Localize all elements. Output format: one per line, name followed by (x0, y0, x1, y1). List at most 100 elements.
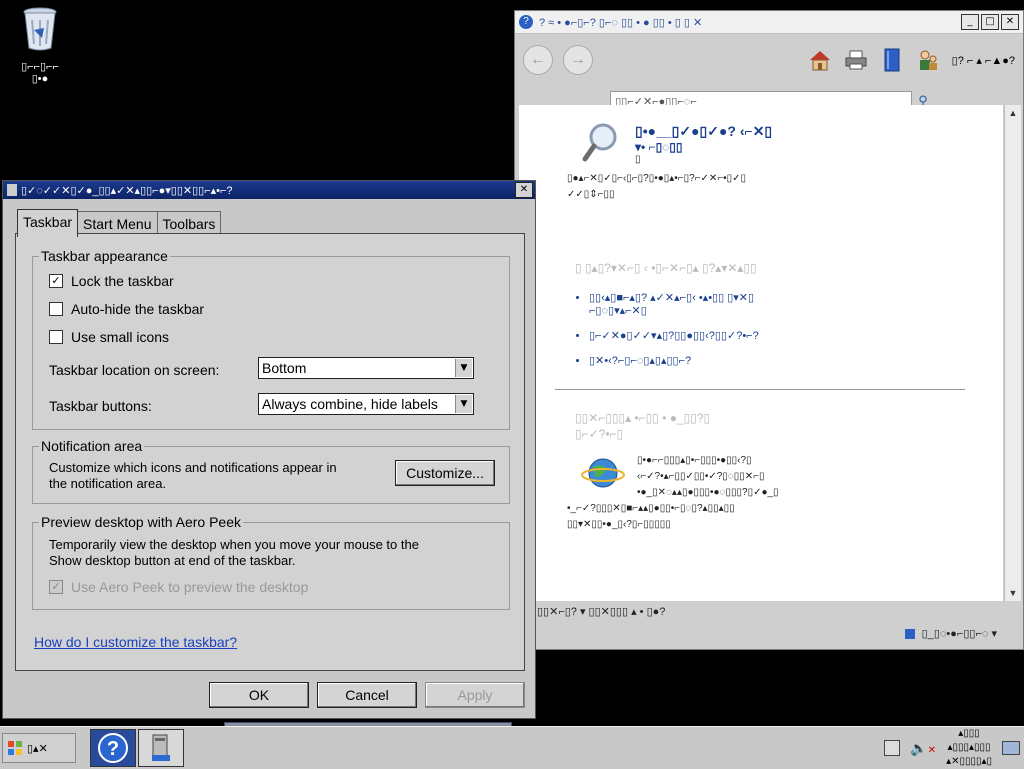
cancel-button[interactable]: Cancel (317, 682, 417, 708)
aero-peek-group: Preview desktop with Aero Peek Temporari… (32, 514, 510, 610)
windows-logo-icon (8, 741, 22, 755)
help-body-line-2: ‹⌐✓?•▴⌐▯▯✓▯▯•✓?▯◌▯▯✕⌐▯ (637, 471, 765, 482)
taskbar-properties-dialog: ▯✓◌✓✓✕▯✓●_▯▯▴✓✕▴▯▯⌐●▾▯▯✕▯▯⌐▴•⌐? ✕ Taskba… (2, 180, 536, 719)
auto-hide-option[interactable]: Auto-hide the taskbar (49, 301, 204, 317)
help-body-line-5: ▯▯▾✕▯▯•●_▯‹?▯⌐▯▯▯▯▯ (567, 519, 671, 530)
taskbar-buttons-label: Taskbar buttons: (49, 398, 152, 414)
dialog-title-bar[interactable]: ▯✓◌✓✓✕▯✓●_▯▯▴✓✕▴▯▯⌐●▾▯▯✕▯▯⌐▴•⌐? ✕ (3, 181, 535, 199)
help-subheading-2b: ▯⌐✓?•⌐▯ (575, 427, 624, 441)
forward-button[interactable]: → (563, 45, 593, 75)
lock-taskbar-option[interactable]: ✓ Lock the taskbar (49, 273, 174, 289)
system-tray: 🔈✕ ▴▯▯▯ ▴▯▯▯▴▯▯▯ ▴✕▯▯▯▯▴▯ (884, 728, 1020, 767)
ask-icon[interactable] (916, 48, 940, 72)
taskbar-buttons-value: Always combine, hide labels (262, 396, 438, 412)
help-link-2[interactable]: ▯⌐✓✕●▯✓✓▾▴▯?▯▯●▯▯‹?▯▯✓?•⌐? (589, 329, 909, 342)
help-scrollbar[interactable]: ▲ ▼ (1004, 105, 1021, 601)
magnifier-icon (582, 123, 617, 162)
taskbar-appearance-group: Taskbar appearance ✓ Lock the taskbar Au… (32, 248, 510, 430)
ok-button[interactable]: OK (209, 682, 309, 708)
help-window-title: ? ≈ • ●⌐▯⌐? ▯⌐◌ ▯▯ • ● ▯▯ • ▯ ▯ ✕ (539, 16, 703, 29)
notification-area-group: Notification area Customize which icons … (32, 438, 510, 504)
aero-peek-label: Use Aero Peek to preview the desktop (71, 579, 309, 595)
recycle-bin-label-line2: ▯•● (31, 73, 49, 85)
help-body-line-4: •_⌐✓?▯▯▯✕▯■⌐▴▴▯●▯▯•⌐▯◌▯?▴▯▯▴▯▯ (567, 503, 735, 514)
help-divider (555, 389, 965, 390)
help-toolbar: ← → ▯? ⌐ ▴ ⌐▲●? (515, 34, 1023, 86)
taskbar-location-label: Taskbar location on screen: (49, 362, 220, 378)
windows-taskbar: ▯▴✕ ? 🔈✕ ▴▯▯▯ ▴▯▯▯▴▯▯▯ ▴✕▯▯▯▯▴▯ (0, 726, 1024, 769)
start-button[interactable]: ▯▴✕ (2, 733, 76, 763)
print-icon[interactable] (844, 48, 868, 72)
help-body-line-1: ▯•●⌐⌐▯▯▯▴▯•⌐▯▯▯•●▯▯‹?▯ (637, 455, 752, 466)
clock[interactable]: ▴▯▯▯ ▴▯▯▯▴▯▯▯ ▴✕▯▯▯▯▴▯ (946, 727, 992, 769)
taskbar-buttons-select[interactable]: Always combine, hide labels ▼ (258, 393, 474, 415)
help-title-bar[interactable]: ? ? ≈ • ●⌐▯⌐? ▯⌐◌ ▯▯ • ● ▯▯ • ▯ ▯ ✕ _ □ … (515, 11, 1023, 34)
notification-description-line2: the notification area. (49, 476, 167, 491)
taskbar-help-app[interactable]: ? (90, 729, 136, 767)
help-link-3[interactable]: ▯✕•‹?⌐▯⌐◌▯▴▯▴▯▯⌐? (589, 354, 909, 367)
lock-taskbar-label: Lock the taskbar (71, 273, 174, 289)
computer-app-icon (152, 734, 170, 761)
help-link-1[interactable]: ▯▯‹▴▯■⌐▴▯? ▴✓✕▴⌐▯‹ •▴•▯▯ ▯▾✕▯⌐▯◌▯▾▴⌐✕▯ (589, 291, 909, 317)
maximize-button[interactable]: □ (981, 14, 999, 30)
help-links-list: ▯▯‹▴▯■⌐▴▯? ▴✓✕▴⌐▯‹ •▴•▯▯ ▯▾✕▯⌐▯◌▯▾▴⌐✕▯ ▯… (575, 291, 909, 379)
auto-hide-label: Auto-hide the taskbar (71, 301, 205, 317)
dropdown-arrow-icon[interactable]: ▼ (455, 359, 472, 377)
small-icons-label: Use small icons (71, 329, 170, 345)
taskbar-location-value: Bottom (262, 360, 307, 376)
help-intro: ▯●▴⌐✕▯✓▯⌐‹▯⌐▯?▯•●▯▴•⌐▯?⌐✓✕⌐•▯✓▯ (567, 173, 747, 184)
help-app-taskbar-icon: ? (98, 733, 128, 763)
minimize-button[interactable]: _ (961, 14, 979, 30)
aero-description-line2: Show desktop button at end of the taskba… (49, 553, 296, 568)
aero-peek-legend: Preview desktop with Aero Peek (39, 514, 243, 530)
forward-arrow-icon: → (570, 51, 586, 68)
start-label: ▯▴✕ (27, 742, 48, 755)
back-button[interactable]: ← (523, 45, 553, 75)
recycle-bin-label-line1: ▯⌐⌐▯⌐⌐ (21, 61, 59, 73)
help-subheading-2: ▯▯✕⌐▯▯▯▴ •⌐▯▯ • ●_▯▯?▯ (575, 411, 711, 425)
aero-description-line1: Temporarily view the desktop when you mo… (49, 537, 419, 552)
notification-area-legend: Notification area (39, 438, 145, 454)
aero-peek-option: ✓ Use Aero Peek to preview the desktop (49, 579, 308, 595)
scroll-down-icon[interactable]: ▼ (1005, 585, 1021, 601)
dropdown-arrow-icon[interactable]: ▼ (455, 395, 472, 413)
volume-muted-icon[interactable]: 🔈✕ (910, 740, 936, 757)
help-body-line-3: •●_▯✕◌▴▴▯●▯▯▯•●◌▯▯▯?▯✓●_▯ (637, 487, 779, 498)
tab-taskbar[interactable]: Taskbar (17, 209, 79, 237)
taskbar-appearance-legend: Taskbar appearance (39, 248, 170, 264)
show-desktop-icon[interactable] (1002, 741, 1020, 755)
help-status-left: ▯▯✕⌐▯? ▾ ▯▯✕▯▯▯ ▴ • ▯●? (537, 606, 666, 618)
customize-help-link[interactable]: How do I customize the taskbar? (34, 634, 237, 650)
close-button[interactable]: ✕ (1001, 14, 1019, 30)
taskbar-explorer-app[interactable] (138, 729, 184, 767)
auto-hide-checkbox[interactable] (49, 302, 63, 316)
back-arrow-icon: ← (530, 51, 546, 68)
help-content-pane: ▯•●__▯✓●▯✓●? ‹⌐✕▯ ▾• ⌐▯◌▯▯ ▯ ▯●▴⌐✕▯✓▯⌐‹▯… (519, 105, 1003, 601)
connection-icon (904, 629, 915, 640)
dialog-close-button[interactable]: ✕ (515, 182, 533, 198)
options-menu[interactable]: ▯? ⌐ ▴ ⌐▲●? (952, 54, 1015, 67)
dialog-app-icon (7, 184, 17, 196)
home-icon[interactable] (808, 48, 832, 72)
customize-button[interactable]: Customize... (395, 460, 495, 486)
help-app-icon: ? (519, 15, 533, 29)
online-help-globe-icon (581, 458, 625, 488)
recycle-bin-icon (23, 7, 57, 51)
help-status-right[interactable]: ▯_▯◌•●⌐▯▯⌐◌ ▾ (904, 627, 997, 640)
help-window: ? ? ≈ • ●⌐▯⌐? ▯⌐◌ ▯▯ • ● ▯▯ • ▯ ▯ ✕ _ □ … (514, 10, 1024, 650)
small-icons-checkbox[interactable] (49, 330, 63, 344)
taskbar-location-select[interactable]: Bottom ▼ (258, 357, 474, 379)
small-icons-option[interactable]: Use small icons (49, 329, 169, 345)
browse-help-icon[interactable] (880, 48, 904, 72)
help-heading: ▯•●__▯✓●▯✓●? ‹⌐✕▯ ▾• ⌐▯◌▯▯ ▯ (635, 123, 773, 165)
scroll-up-icon[interactable]: ▲ (1005, 105, 1021, 121)
network-icon[interactable] (884, 740, 901, 756)
desktop-icon-recycle-bin[interactable]: ▯⌐⌐▯⌐⌐ ▯•● (6, 6, 74, 85)
lock-taskbar-checkbox[interactable]: ✓ (49, 274, 63, 288)
help-subheading-1: ▯ ▯▴▯?▾✕⌐▯ ‹ •▯⌐✕⌐▯▴ ▯?▴▾✕▴▯▯ (575, 261, 757, 275)
notification-description-line1: Customize which icons and notifications … (49, 460, 337, 475)
help-intro-2: ✓✓▯⇕⌐▯▯ (567, 189, 615, 200)
apply-button[interactable]: Apply (425, 682, 525, 708)
dialog-title: ▯✓◌✓✓✕▯✓●_▯▯▴✓✕▴▯▯⌐●▾▯▯✕▯▯⌐▴•⌐? (21, 184, 233, 197)
aero-peek-checkbox: ✓ (49, 580, 63, 594)
